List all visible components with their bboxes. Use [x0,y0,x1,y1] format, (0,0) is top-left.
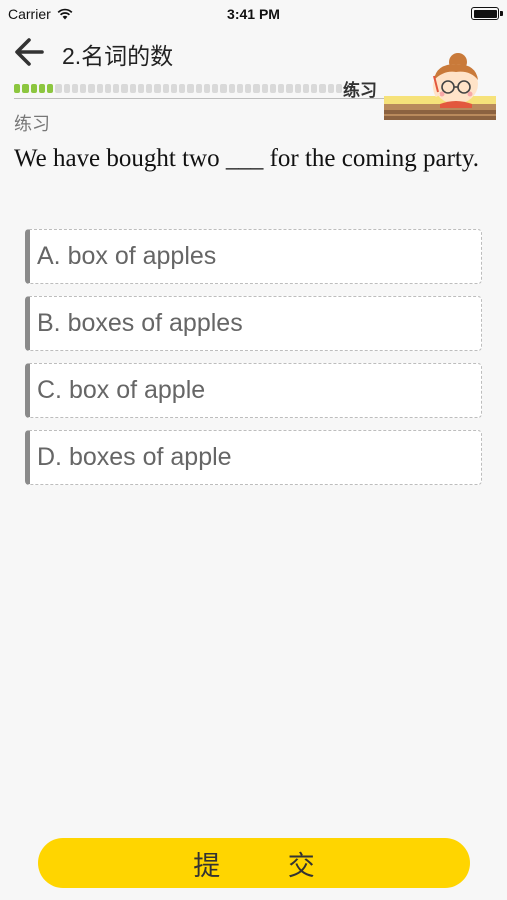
progress-segment [203,84,210,93]
progress-segment [113,84,120,93]
progress-bar [14,84,342,93]
progress-segment [22,84,29,93]
progress-segment [187,84,194,93]
progress-segment [236,84,243,93]
option-b[interactable]: B. boxes of apples [25,296,482,351]
progress-segment [137,84,144,93]
progress-segment [294,84,301,93]
progress-segment [71,84,78,93]
option-a[interactable]: A. box of apples [25,229,482,284]
progress-segment [104,84,111,93]
battery-tip [500,11,503,16]
progress-segment [212,84,219,93]
progress-segment [302,84,309,93]
progress-segment [286,84,293,93]
status-bar: Carrier 3:41 PM [0,0,507,28]
progress-segment [154,84,161,93]
progress-segment [96,84,103,93]
progress-segment [14,84,21,93]
progress-segment [335,84,342,93]
progress-segment [179,84,186,93]
option-d[interactable]: D. boxes of apple [25,430,482,485]
option-c[interactable]: C. box of apple [25,363,482,418]
options-list: A. box of apples B. boxes of apples C. b… [25,229,482,497]
progress-segment [162,84,169,93]
progress-segment [261,84,268,93]
progress-segment [47,84,54,93]
progress-segment [269,84,276,93]
progress-segment [38,84,45,93]
progress-segment [195,84,202,93]
submit-button[interactable]: 提 交 [38,838,470,888]
progress-segment [311,84,318,93]
progress-segment [55,84,62,93]
progress-segment [228,84,235,93]
progress-segment [146,84,153,93]
progress-segment [88,84,95,93]
progress-segment [30,84,37,93]
header: 2.名词的数 练习 [0,28,507,120]
status-time: 3:41 PM [227,6,280,22]
battery-icon [471,7,499,20]
back-arrow-icon[interactable] [12,34,48,70]
progress-segment [220,84,227,93]
progress-segment [129,84,136,93]
progress-segment [121,84,128,93]
progress-segment [63,84,70,93]
progress-segment [253,84,260,93]
progress-segment [80,84,87,93]
progress-segment [327,84,334,93]
section-label: 练习 [14,114,50,134]
progress-segment [170,84,177,93]
progress-segment [278,84,285,93]
page-title: 2.名词的数 [62,43,174,69]
question-text: We have bought two ___ for the coming pa… [14,145,480,172]
progress-segment [245,84,252,93]
progress-segment [319,84,326,93]
mascot-girl-illustration [384,53,496,120]
